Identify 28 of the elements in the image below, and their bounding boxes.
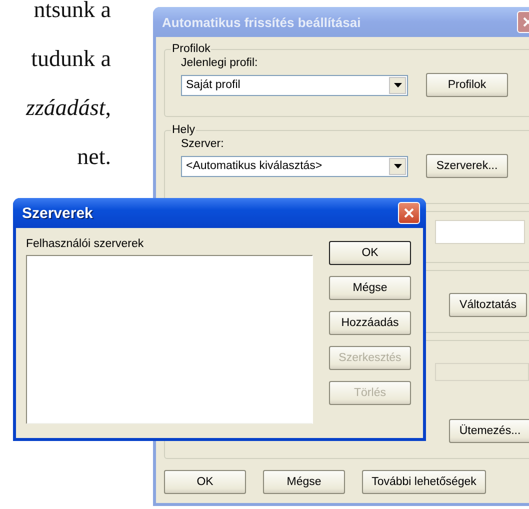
dialog-button[interactable]: Mégse [329, 276, 411, 300]
window-title: Automatikus frissítés beállításai [162, 14, 361, 30]
body-text: ntsunk a [34, 0, 111, 24]
field-label: Jelenlegi profil: [181, 57, 259, 69]
dropdown-arrow-icon [394, 164, 402, 168]
group-button[interactable]: Profilok [426, 73, 508, 97]
close-button[interactable] [398, 202, 420, 224]
dialog-button[interactable]: Mégse [263, 470, 345, 494]
group-button[interactable]: Szerverek... [426, 154, 508, 178]
dialog-button[interactable]: OK [164, 470, 246, 494]
dropdown-arrow-icon [394, 82, 402, 88]
dropdown[interactable]: <Automatikus kiválasztás> [181, 156, 408, 176]
close-icon [403, 207, 415, 219]
dialog-button[interactable]: További lehetőségek [362, 470, 486, 494]
body-text: net. [77, 143, 111, 171]
field-label: Szerver: [181, 138, 225, 150]
change-button[interactable]: Változtatás [449, 293, 527, 317]
dialog-button[interactable]: Hozzáadás [329, 311, 411, 335]
dropdown[interactable]: Saját profil [181, 74, 408, 96]
group-label: Profilok [171, 43, 212, 55]
body-text: zzáadást, [26, 94, 111, 122]
input-field[interactable] [435, 220, 525, 244]
window-title: Szerverek [22, 204, 93, 222]
schedule-button[interactable]: Ütemezés... [449, 419, 529, 443]
group-label: Hely [171, 124, 196, 136]
dialog-button[interactable]: OK [329, 241, 411, 265]
list-label: Felhasználói szerverek [26, 238, 145, 250]
body-text: tudunk a [31, 45, 111, 73]
